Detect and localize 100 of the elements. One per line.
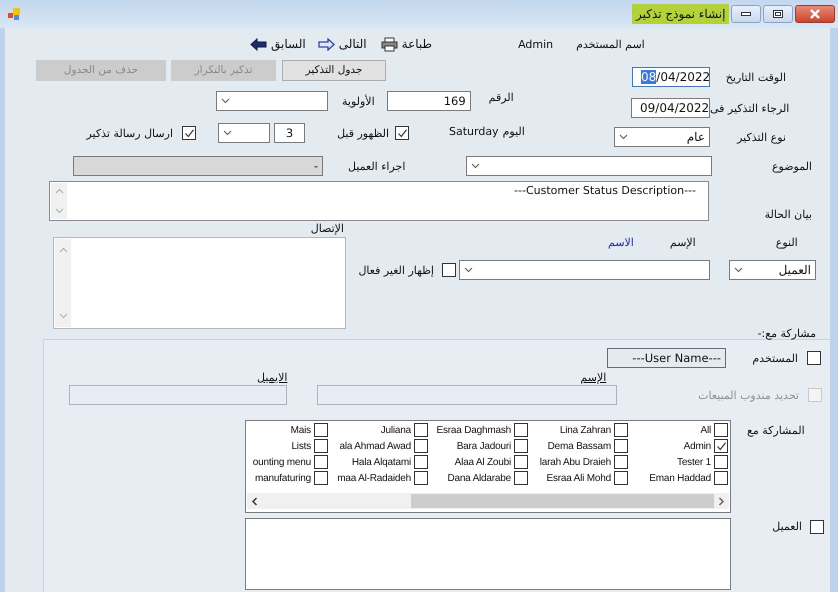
maximize-icon xyxy=(773,10,784,18)
checkbox[interactable] xyxy=(414,471,428,485)
checkbox[interactable] xyxy=(314,439,328,453)
checkbox[interactable] xyxy=(414,423,428,437)
user-option[interactable]: Mais xyxy=(290,424,311,436)
chevron-left-icon[interactable] xyxy=(251,496,258,506)
date-picker[interactable]: 08/04/2022 xyxy=(632,67,710,87)
window-title: إنشاء نموذج تذكير xyxy=(632,4,730,24)
user-option[interactable]: maa Al-Radaideh xyxy=(337,472,411,484)
send-message-label: ارسال رسالة تذكير xyxy=(85,126,173,140)
customer-action-label: اجراء العميل xyxy=(348,160,406,172)
type-dropdown[interactable]: العميل xyxy=(729,260,816,280)
remind-on-label: الرجاء التذكير فى xyxy=(710,102,790,114)
email-field[interactable] xyxy=(69,385,287,405)
checkbox[interactable] xyxy=(810,520,824,534)
reminder-type-dropdown[interactable]: عام xyxy=(614,127,710,147)
user-option[interactable]: Lina Zahran xyxy=(560,424,611,436)
checkbox[interactable] xyxy=(414,455,428,469)
minimize-button[interactable] xyxy=(731,5,762,23)
name-link[interactable]: الاسم xyxy=(608,236,634,248)
chevron-down-icon xyxy=(464,267,473,273)
arrow-right-icon xyxy=(318,38,335,50)
close-icon xyxy=(809,9,822,19)
subject-dropdown[interactable] xyxy=(466,156,712,176)
checkbox[interactable] xyxy=(714,455,728,469)
minimize-icon xyxy=(741,12,752,16)
app-icon xyxy=(8,8,21,20)
checkbox[interactable] xyxy=(807,351,821,365)
maximize-button[interactable] xyxy=(763,5,794,23)
user-option[interactable]: Tester 1 xyxy=(677,456,711,468)
checkbox[interactable] xyxy=(614,439,628,453)
scrollbar-thumb[interactable] xyxy=(411,494,714,508)
checkbox[interactable] xyxy=(314,455,328,469)
date-text: /04/2022 xyxy=(656,70,710,84)
name-field[interactable] xyxy=(317,385,617,405)
subject-label: الموضوع xyxy=(770,160,813,172)
date-picker[interactable]: 09/04/2022 xyxy=(631,98,710,118)
user-option[interactable]: Juliana xyxy=(380,424,411,436)
user-option[interactable]: Admin xyxy=(684,440,711,452)
checkbox[interactable] xyxy=(514,439,528,453)
show-inactive-label: إظهار الغير فعال xyxy=(358,264,434,276)
chevron-down-icon xyxy=(223,130,232,136)
previous-button[interactable]: السابق xyxy=(250,37,306,51)
date-time-label: الوقت التاريخ xyxy=(724,70,787,84)
checkbox[interactable] xyxy=(714,423,728,437)
checkbox[interactable] xyxy=(182,126,196,140)
customer-label: العميل xyxy=(771,520,802,533)
user-option[interactable]: Esraa Ali Mohd xyxy=(546,472,611,484)
printer-icon xyxy=(380,36,398,52)
user-option[interactable]: Lists xyxy=(291,440,311,452)
day-label: اليوم xyxy=(502,124,525,138)
status-label: بيان الحالة xyxy=(764,208,813,221)
checkbox[interactable] xyxy=(414,439,428,453)
checkbox[interactable] xyxy=(514,471,528,485)
print-button[interactable]: طباعة xyxy=(380,36,432,52)
checkbox[interactable] xyxy=(395,126,409,140)
contact-label: الإتصال xyxy=(310,222,344,235)
checkbox[interactable] xyxy=(314,423,328,437)
checkbox[interactable] xyxy=(714,471,728,485)
priority-dropdown[interactable] xyxy=(216,91,328,111)
checkbox[interactable] xyxy=(614,455,628,469)
email-header: الايميل xyxy=(257,370,288,384)
tab-button[interactable]: جدول التذكير xyxy=(282,60,386,80)
user-option[interactable]: Dana Aldarabe xyxy=(447,472,511,484)
user-name-field[interactable]: ---User Name--- xyxy=(607,348,726,368)
close-button[interactable] xyxy=(795,5,836,23)
user-option[interactable]: ala Ahmad Awad xyxy=(339,440,411,452)
name-dropdown[interactable] xyxy=(459,260,710,280)
checkbox[interactable] xyxy=(614,471,628,485)
day-value: Saturday xyxy=(449,124,499,138)
user-option[interactable]: Esraa Daghmash xyxy=(436,424,511,436)
sales-rep-label: تحديد مندوب المبيعات xyxy=(697,388,799,402)
user-option[interactable]: Eman Haddad xyxy=(649,472,711,484)
user-option[interactable]: All xyxy=(700,424,711,436)
user-name: Admin xyxy=(518,38,552,50)
user-option[interactable]: Dema Bassam xyxy=(548,440,611,452)
name-header: الإسم xyxy=(580,370,606,384)
user-option[interactable]: manufaturing xyxy=(255,472,311,484)
user-option[interactable]: Alaa Al Zoubi xyxy=(454,456,511,468)
chevron-down-icon xyxy=(619,134,628,140)
customer-textarea[interactable] xyxy=(245,518,731,590)
checkbox[interactable] xyxy=(714,439,728,453)
user-option[interactable]: Hala Alqatami xyxy=(352,456,411,468)
chevron-down-icon xyxy=(221,98,230,104)
checkbox[interactable] xyxy=(514,423,528,437)
checkbox[interactable] xyxy=(314,471,328,485)
checkbox[interactable] xyxy=(514,455,528,469)
arrow-left-icon xyxy=(250,38,267,50)
unit-dropdown[interactable] xyxy=(218,123,270,143)
horizontal-scrollbar[interactable] xyxy=(247,493,729,509)
checkbox[interactable] xyxy=(442,263,456,277)
user-option[interactable]: larah Abu Draieh xyxy=(540,456,611,468)
selected-text: 08 xyxy=(641,70,656,84)
days-field[interactable]: 3 xyxy=(274,123,305,143)
next-button[interactable]: التالى xyxy=(318,37,367,51)
user-option[interactable]: ounting menu xyxy=(252,456,311,468)
user-option[interactable]: Bara Jadouri xyxy=(456,440,511,452)
number-field[interactable]: 169 xyxy=(386,91,471,111)
chevron-right-icon[interactable] xyxy=(718,496,725,506)
checkbox[interactable] xyxy=(614,423,628,437)
